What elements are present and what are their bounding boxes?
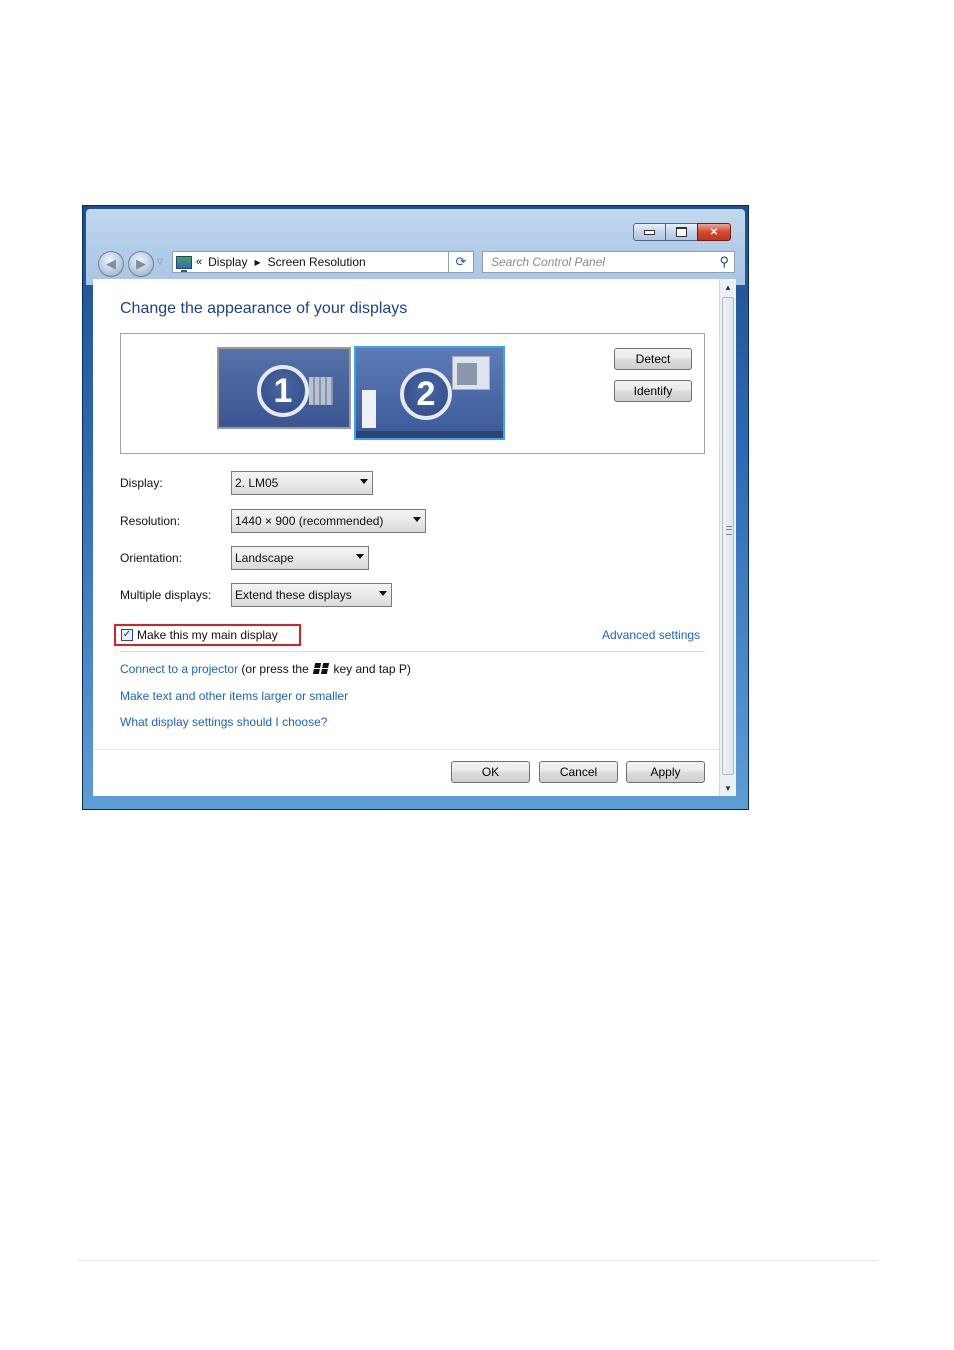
cancel-button[interactable]: Cancel (539, 761, 618, 783)
connect-projector-link[interactable]: Connect to a projector (120, 662, 238, 676)
control-panel-icon (176, 255, 192, 272)
multiple-displays-label: Multiple displays: (120, 588, 212, 602)
chevron-down-icon (360, 479, 368, 484)
scroll-down-icon[interactable]: ▼ (720, 780, 736, 796)
chevron-down-icon (413, 517, 421, 522)
multiple-displays-select-value: Extend these displays (235, 588, 352, 602)
resolution-select[interactable]: 1440 × 900 (recommended) (231, 509, 426, 533)
taskbar-thumbnail (356, 431, 503, 438)
main-display-label[interactable]: Make this my main display (137, 628, 278, 642)
maximize-icon (676, 227, 687, 237)
minimize-button[interactable] (633, 223, 666, 241)
display-label: Display: (120, 476, 163, 490)
close-icon: ✕ (709, 226, 719, 238)
back-button[interactable]: ◀ (98, 251, 124, 277)
title-bar: ✕ ◀ ▶ ▽ « Display ▶ Screen Resolution ▼ … (86, 209, 745, 285)
multiple-displays-select[interactable]: Extend these displays (231, 583, 392, 607)
breadcrumb-screen-resolution[interactable]: Screen Resolution (268, 255, 366, 269)
back-arrow-icon: ◀ (106, 256, 116, 271)
monitor-2[interactable]: 2 (354, 346, 505, 440)
orientation-label: Orientation: (120, 551, 183, 565)
breadcrumb-overflow[interactable]: « (196, 256, 202, 268)
projector-hint-pre: (or press the (241, 662, 309, 676)
resolution-label: Resolution: (120, 514, 181, 528)
search-input[interactable] (491, 253, 711, 271)
projector-hint-post: key and tap P) (333, 662, 411, 676)
refresh-button[interactable]: ⟳ (448, 251, 474, 273)
display-select[interactable]: 2. LM05 (231, 471, 373, 495)
detect-button[interactable]: Detect (614, 348, 692, 370)
advanced-settings-link[interactable]: Advanced settings (602, 628, 700, 642)
forward-arrow-icon: ▶ (136, 256, 146, 271)
close-button[interactable]: ✕ (697, 223, 731, 241)
windows-logo-icon (312, 663, 330, 674)
orientation-select[interactable]: Landscape (231, 546, 369, 570)
refresh-icon: ⟳ (455, 254, 467, 269)
scroll-grip-icon (726, 526, 732, 535)
main-display-checkbox[interactable]: ✓ (121, 629, 133, 641)
projector-row: Connect to a projector (or press the key… (120, 662, 411, 676)
divider (120, 651, 705, 652)
search-icon[interactable]: ⚲ (719, 254, 729, 270)
window-thumbnail-icon (452, 356, 490, 390)
minimize-icon (644, 229, 655, 235)
gadget-thumbnail-icon (362, 390, 376, 428)
ok-button[interactable]: OK (451, 761, 530, 783)
display-arrangement-area: 1 2 Detect Identify (120, 333, 705, 454)
breadcrumb-display[interactable]: Display (208, 255, 247, 269)
monitor-1[interactable]: 1 (217, 347, 351, 429)
page-title: Change the appearance of your displays (120, 300, 408, 317)
footer-divider (93, 749, 719, 750)
navigation-bar: ◀ ▶ ▽ « Display ▶ Screen Resolution ▼ ⟳ … (98, 251, 735, 277)
maximize-button[interactable] (665, 223, 698, 241)
monitor-number: 1 (257, 365, 309, 417)
main-display-highlight: ✓ Make this my main display (114, 624, 301, 646)
display-help-link[interactable]: What display settings should I choose? (120, 715, 327, 729)
text-size-link[interactable]: Make text and other items larger or smal… (120, 689, 348, 703)
search-box[interactable]: ⚲ (482, 251, 735, 273)
chevron-down-icon (356, 554, 364, 559)
display-select-value: 2. LM05 (235, 476, 279, 490)
monitor-number: 2 (400, 368, 452, 420)
caption-buttons: ✕ (633, 223, 731, 241)
orientation-select-value: Landscape (235, 551, 294, 565)
recent-pages-dropdown-icon[interactable]: ▽ (157, 257, 163, 266)
breadcrumb-separator-icon[interactable]: ▶ (254, 258, 260, 267)
vertical-scrollbar[interactable]: ▲ ▼ (719, 279, 736, 796)
address-bar[interactable]: « Display ▶ Screen Resolution ▼ (172, 251, 468, 273)
content-pane: Change the appearance of your displays 1… (93, 279, 719, 796)
chevron-down-icon (379, 591, 387, 596)
page-footer-rule (78, 1260, 878, 1261)
scroll-up-icon[interactable]: ▲ (720, 279, 736, 295)
desktop-icon-grid (309, 377, 333, 405)
screen-resolution-window: ✕ ◀ ▶ ▽ « Display ▶ Screen Resolution ▼ … (82, 205, 749, 810)
apply-button[interactable]: Apply (626, 761, 705, 783)
forward-button[interactable]: ▶ (128, 251, 154, 277)
scroll-thumb[interactable] (722, 297, 734, 775)
resolution-select-value: 1440 × 900 (recommended) (235, 514, 384, 528)
identify-button[interactable]: Identify (614, 380, 692, 402)
